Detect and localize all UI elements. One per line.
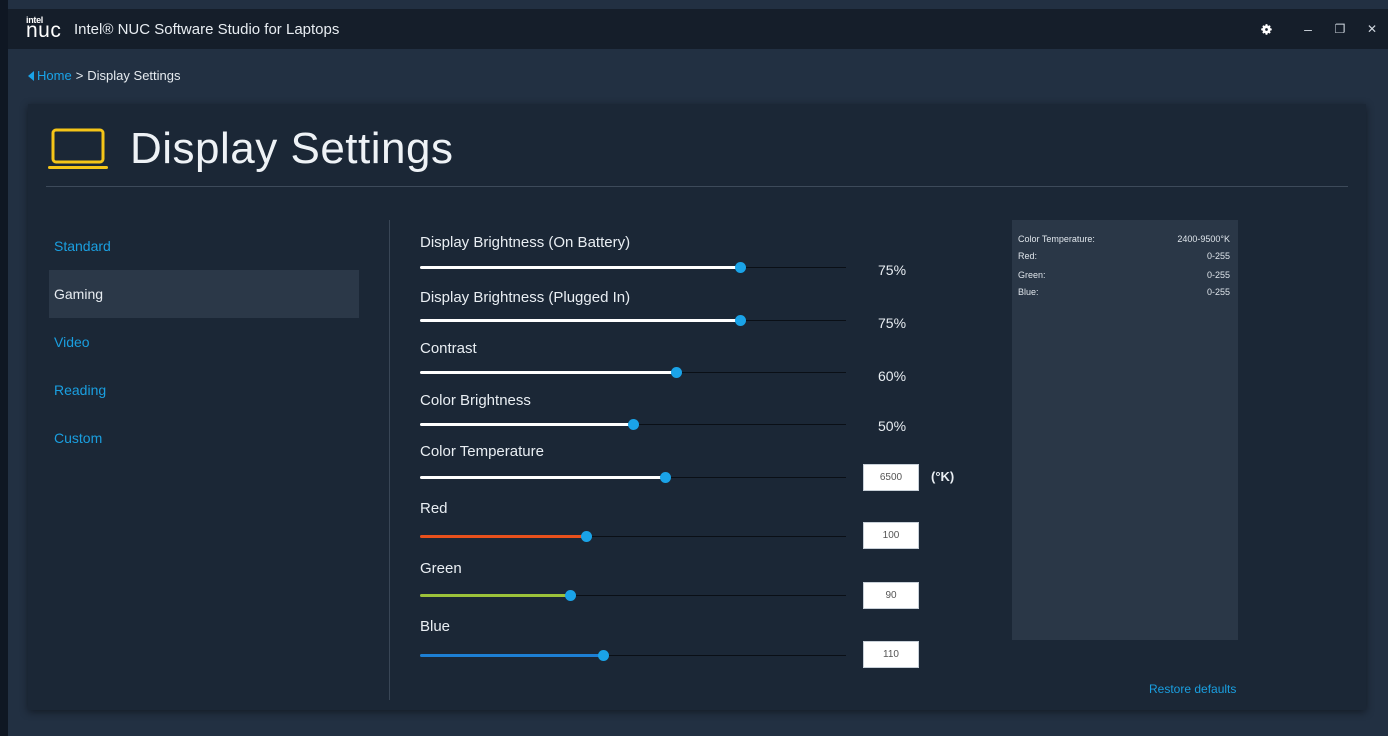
slider-label: Blue — [420, 618, 451, 635]
slider-value: 60% — [878, 368, 907, 384]
color-temperature-input[interactable]: 6500 — [863, 464, 919, 491]
range-label: Red: — [1018, 251, 1038, 261]
laptop-icon — [46, 124, 110, 174]
breadcrumb: Home > Display Settings — [28, 68, 181, 83]
window-controls: – ❐ ✕ — [1250, 9, 1388, 49]
slider-fill — [420, 594, 570, 597]
sidebar-item-custom[interactable]: Custom — [49, 414, 359, 462]
breadcrumb-home-link[interactable]: Home — [28, 68, 72, 83]
title-bar: intel nuc Intel® NUC Software Studio for… — [8, 9, 1388, 49]
slider-thumb[interactable] — [581, 531, 592, 542]
slider-track[interactable] — [420, 315, 846, 326]
close-icon: ✕ — [1366, 22, 1378, 36]
minimize-icon: – — [1304, 21, 1312, 37]
slider-thumb[interactable] — [660, 472, 671, 483]
breadcrumb-home-label: Home — [37, 68, 72, 83]
sidebar-item-label: Custom — [54, 430, 103, 446]
slider-track[interactable] — [420, 262, 846, 273]
slider-fill — [420, 371, 676, 374]
page-title: Display Settings — [130, 124, 454, 173]
red-value-input[interactable]: 100 — [863, 522, 919, 549]
value-ranges-box: Color Temperature: 2400-9500°K Red: 0-25… — [1012, 220, 1238, 640]
slider-track[interactable] — [420, 419, 846, 430]
restore-defaults-link[interactable]: Restore defaults — [1149, 682, 1236, 696]
window-edge — [0, 0, 8, 736]
sidebar-item-label: Reading — [54, 382, 107, 398]
slider-label: Contrast — [420, 340, 477, 357]
range-value: 0-255 — [1206, 270, 1230, 280]
sidebar-item-label: Video — [54, 334, 90, 350]
slider-value: 50% — [878, 418, 907, 434]
slider-thumb[interactable] — [735, 315, 746, 326]
slider-label: Color Temperature — [420, 443, 544, 460]
slider-label: Display Brightness (On Battery) — [420, 234, 631, 251]
slider-fill — [420, 423, 633, 426]
close-button[interactable]: ✕ — [1356, 9, 1388, 49]
slider-fill — [420, 654, 603, 657]
range-row: Color Temperature: 2400-9500°K — [1018, 234, 1230, 244]
slider-value: 75% — [878, 262, 907, 278]
display-settings-panel: Display Settings Standard Gaming Video R… — [28, 104, 1366, 710]
range-value: 0-255 — [1206, 251, 1230, 261]
vertical-divider — [389, 220, 390, 700]
slider-thumb[interactable] — [735, 262, 746, 273]
slider-value: 75% — [878, 315, 907, 331]
slider-label: Display Brightness (Plugged In) — [420, 289, 631, 306]
sidebar-item-standard[interactable]: Standard — [49, 222, 359, 270]
slider-label: Red — [420, 500, 448, 517]
sidebar-item-label: Gaming — [54, 286, 104, 302]
slider-track[interactable] — [420, 590, 846, 601]
slider-track[interactable] — [420, 472, 846, 483]
range-label: Green: — [1018, 270, 1046, 280]
logo-nuc-text: nuc — [26, 19, 62, 42]
sidebar-item-label: Standard — [54, 238, 111, 254]
sidebar-item-reading[interactable]: Reading — [49, 366, 359, 414]
breadcrumb-current: Display Settings — [87, 68, 181, 83]
slider-label: Color Brightness — [420, 392, 531, 409]
green-value-input[interactable]: 90 — [863, 582, 919, 609]
sidebar-item-video[interactable]: Video — [49, 318, 359, 366]
range-label: Blue: — [1018, 287, 1039, 297]
settings-button[interactable] — [1250, 9, 1282, 49]
intel-nuc-logo: intel nuc — [26, 15, 62, 43]
back-arrow-icon — [28, 70, 34, 81]
slider-thumb[interactable] — [598, 650, 609, 661]
breadcrumb-separator: > — [75, 68, 84, 83]
range-label: Color Temperature: — [1018, 234, 1095, 244]
slider-fill — [420, 476, 665, 479]
profile-sidebar: Standard Gaming Video Reading Custom — [49, 222, 359, 462]
slider-thumb[interactable] — [565, 590, 576, 601]
slider-track[interactable] — [420, 531, 846, 542]
slider-track[interactable] — [420, 650, 846, 661]
temperature-unit: (°K) — [931, 469, 955, 484]
slider-fill — [420, 266, 740, 269]
slider-fill — [420, 535, 586, 538]
sidebar-item-gaming[interactable]: Gaming — [49, 270, 359, 318]
slider-track[interactable] — [420, 367, 846, 378]
restore-icon: ❐ — [1334, 22, 1346, 36]
range-value: 0-255 — [1206, 287, 1230, 297]
slider-fill — [420, 319, 740, 322]
restore-button[interactable]: ❐ — [1324, 9, 1356, 49]
range-row: Blue: 0-255 — [1018, 287, 1230, 297]
header-divider — [46, 186, 1348, 187]
range-row: Red: 0-255 — [1018, 251, 1230, 261]
slider-thumb[interactable] — [628, 419, 639, 430]
app-title: Intel® NUC Software Studio for Laptops — [74, 20, 340, 38]
gear-icon — [1260, 23, 1272, 35]
minimize-button[interactable]: – — [1292, 9, 1324, 49]
range-row: Green: 0-255 — [1018, 270, 1230, 280]
slider-thumb[interactable] — [671, 367, 682, 378]
page-header: Display Settings — [46, 124, 453, 174]
slider-label: Green — [420, 560, 462, 577]
range-value: 2400-9500°K — [1177, 234, 1230, 244]
blue-value-input[interactable]: 110 — [863, 641, 919, 668]
